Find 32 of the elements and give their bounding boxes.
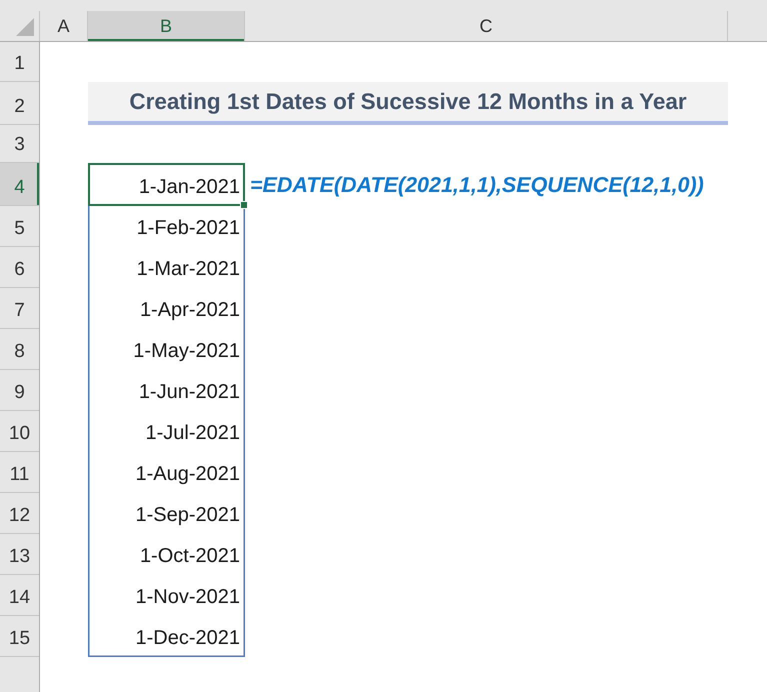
date-cell[interactable]: 1-Nov-2021 [88,575,245,616]
row-header[interactable]: 8 [0,329,39,370]
date-cell[interactable]: 1-Sep-2021 [88,493,245,534]
row-header[interactable]: 4 [0,163,39,206]
date-cell[interactable]: 1-Jun-2021 [88,370,245,411]
date-cell[interactable]: 1-Dec-2021 [88,616,245,657]
date-cell[interactable]: 1-Jul-2021 [88,411,245,452]
column-header[interactable]: C [245,11,728,41]
row-header[interactable]: 14 [0,575,39,616]
row-header[interactable]: 13 [0,534,39,575]
date-cell[interactable]: 1-May-2021 [88,329,245,370]
date-cell[interactable]: 1-Aug-2021 [88,452,245,493]
row-header[interactable]: 7 [0,288,39,329]
row-header[interactable]: 2 [0,82,39,125]
date-cell[interactable]: 1-Jan-2021 [88,163,245,206]
date-cell[interactable]: 1-Apr-2021 [88,288,245,329]
column-header[interactable]: B [88,11,245,41]
date-cell[interactable]: 1-Mar-2021 [88,247,245,288]
fill-handle-icon[interactable] [240,201,248,209]
row-header[interactable]: 11 [0,452,39,493]
row-header[interactable]: 9 [0,370,39,411]
row-header[interactable]: 12 [0,493,39,534]
row-header[interactable]: 10 [0,411,39,452]
formula-text: =EDATE(DATE(2021,1,1),SEQUENCE(12,1,0)) [249,172,705,199]
row-header[interactable]: 1 [0,42,39,82]
row-header[interactable]: 6 [0,247,39,288]
date-cell[interactable]: 1-Oct-2021 [88,534,245,575]
date-cell[interactable]: 1-Feb-2021 [88,206,245,247]
select-all-triangle-icon[interactable] [16,18,34,36]
row-header[interactable]: 15 [0,616,39,657]
row-header[interactable]: 5 [0,206,39,247]
sheet-title: Creating 1st Dates of Sucessive 12 Months in a Year [88,82,728,125]
